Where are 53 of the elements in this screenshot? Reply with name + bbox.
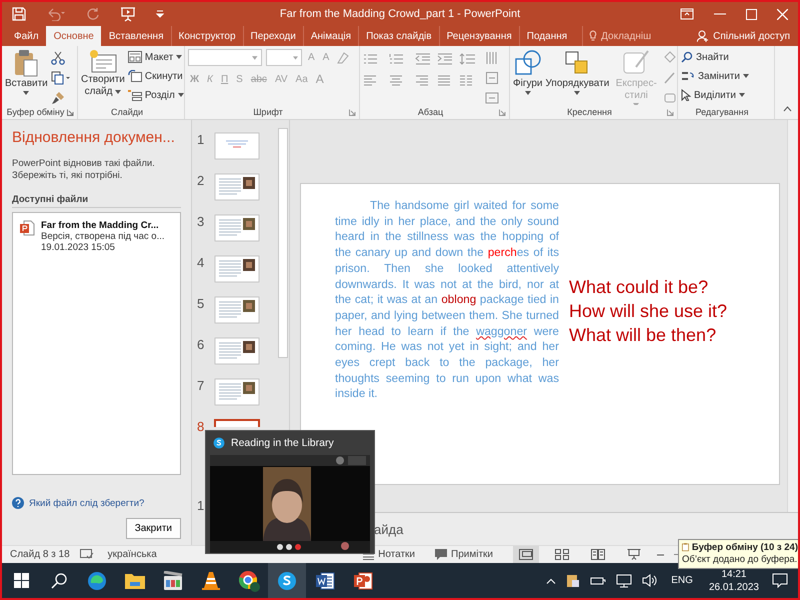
slide-paragraph: The handsome girl waited for some time idly in her place, and the only sound heard in the stillness was the hopping of the canary up and down the perches of its prison. Then she looked attentively downwards. It was not at the bird, nor at the cat; it was at an oblong package tied in paper, and lying between them. She turned her head to learn if the waggoner were coming. He was not yet in sight; and her eyes crept back to the package, her thoughts seeming to run upon what was inside it.: [335, 198, 559, 402]
clock[interactable]: 14:21 26.01.2023: [708, 568, 759, 594]
comments-button[interactable]: Примітки: [435, 549, 493, 560]
group-label: Абзац: [418, 107, 444, 117]
file-date: 19.01.2023 15:05: [41, 242, 116, 253]
slide-number: 5: [197, 296, 206, 311]
group-label: Буфер обміну: [6, 107, 64, 117]
notification-toast[interactable]: Буфер обміну (10 з 24) Об’єкт додано до буфера.: [678, 539, 798, 569]
find-button[interactable]: Знайти: [681, 49, 749, 65]
replace-button[interactable]: Замінити: [681, 68, 749, 84]
close-button[interactable]: Закрити: [126, 518, 181, 539]
input-language[interactable]: ENG: [671, 575, 693, 586]
question-text: What will be then?: [569, 324, 718, 347]
ribbon-tab[interactable]: Основне: [46, 26, 101, 46]
language-label[interactable]: українська: [108, 549, 157, 560]
arrange-button[interactable]: Упорядкувати: [546, 49, 610, 95]
question-text: How will she use it?: [569, 300, 728, 323]
group-label: Шрифт: [253, 107, 283, 117]
share-button[interactable]: Спільний доступ: [689, 26, 798, 46]
window-title: Far from the Madding Crowd_part 1 - PowerPoint: [280, 8, 520, 20]
list-heading: Доступні файли: [12, 194, 181, 208]
group-label: Слайди: [110, 107, 144, 117]
slide-counter: Слайд 8 з 18: [10, 549, 70, 560]
help-link[interactable]: Який файл слід зберегти?: [29, 498, 144, 508]
ribbon-tab[interactable]: Вставлення: [100, 26, 170, 46]
ribbon-tab[interactable]: Файл: [6, 26, 46, 46]
slide-number: 4: [197, 255, 206, 270]
question-text: What could it be?: [569, 276, 710, 299]
preview-title: Reading in the Library: [231, 437, 334, 449]
file-version: Версія, створена під час о...: [41, 231, 165, 242]
section-button[interactable]: Розділ: [128, 87, 184, 103]
layout-button[interactable]: Макет: [128, 49, 184, 65]
paste-button[interactable]: Вставити: [5, 49, 48, 95]
slide-number: 1: [197, 498, 206, 513]
shapes-button[interactable]: Фігури: [513, 49, 543, 95]
slide-number: 7: [197, 378, 206, 393]
slide-number: 3: [197, 214, 206, 229]
notes-placeholder: айда: [374, 522, 404, 536]
pane-title: Відновлення докумен...: [12, 128, 176, 148]
slide-number: 2: [197, 173, 206, 188]
slide-number: 6: [197, 337, 206, 352]
window-preview[interactable]: Reading in the Library: [205, 430, 375, 554]
file-name: Far from the Madding Cr...: [41, 220, 160, 231]
select-button[interactable]: Виділити: [681, 87, 749, 103]
new-slide-button[interactable]: Створити слайд: [81, 49, 125, 98]
toast-message: Об’єкт додано до буфера.: [682, 554, 798, 565]
slide-number: 1: [197, 132, 206, 147]
group-label: Креслення: [567, 107, 612, 117]
pane-message: PowerPoint відновив такі файли. Збережіть ті, які потрібні.: [12, 158, 156, 182]
group-label: Редагування: [696, 107, 748, 117]
reset-button[interactable]: Скинути: [128, 68, 184, 84]
slide-number: 8: [197, 419, 206, 434]
file-entry[interactable]: Far from the Madding Cr... Версія, створена під час о... 19.01.2023 15:05: [17, 219, 176, 254]
